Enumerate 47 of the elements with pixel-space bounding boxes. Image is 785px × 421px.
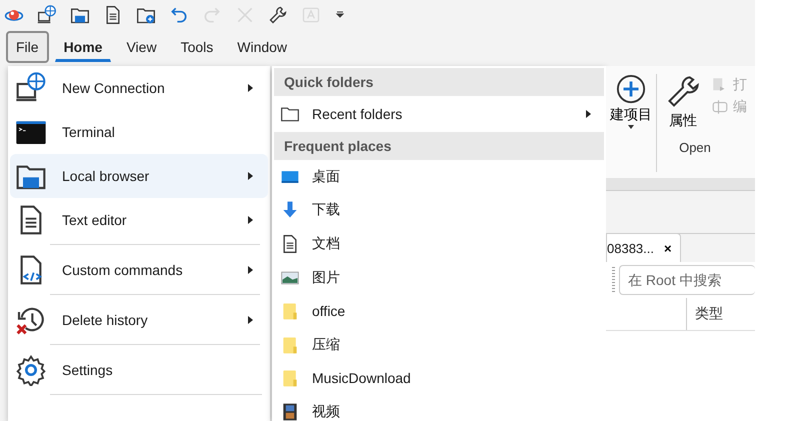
section-header: Frequent places [274,132,604,160]
submenu-arrow-icon [247,84,254,92]
grip-handle[interactable] [612,267,615,293]
menu-item[interactable]: 桌面 [272,160,606,194]
text-box-icon [301,5,321,25]
ribbon-tab[interactable]: Tools [172,32,222,62]
document-tab[interactable]: 08383... × [606,233,681,262]
settings-icon [15,354,47,386]
menu-item[interactable]: MusicDownload [272,362,606,396]
menu-item[interactable]: 视频 [272,395,606,421]
submenu-arrow-icon [247,172,254,180]
search-field[interactable]: 在 Root 中搜索 [619,265,755,295]
submenu-arrow-icon [247,216,254,224]
ribbon-tab[interactable]: View [117,32,166,62]
menu-item[interactable]: Local browser [10,154,268,198]
computer-globe-icon [37,5,57,25]
section-header: Quick folders [274,68,604,96]
submenu-arrow-icon [247,266,254,274]
menu-item[interactable]: Text editor [10,198,268,242]
menu-item[interactable]: Terminal [10,110,268,154]
menu-item[interactable]: 压缩 [272,328,606,362]
ribbon-tab[interactable]: File [6,31,49,63]
menu-item[interactable]: Custom commands [10,244,268,292]
submenu-arrow-icon [585,110,592,118]
rename-icon [711,98,729,116]
close-icon [235,5,255,25]
wrench-icon [268,5,288,25]
menu-item[interactable]: 图片 [272,260,606,294]
menu-item[interactable]: office [272,294,606,328]
ribbon-tab[interactable]: Window [228,32,296,62]
redo-icon [202,5,222,25]
undo-icon [169,5,189,25]
ribbon-tab[interactable]: Home [54,32,112,62]
menu-item[interactable]: Recent folders [272,96,606,132]
plus-circle-icon [616,74,646,104]
menu-item[interactable]: 下载 [272,194,606,228]
computer-globe-icon [15,72,47,104]
properties-button[interactable]: 属性 [665,74,701,130]
dropdown-caret-icon [627,124,635,130]
menu-item[interactable]: 文档 [272,227,606,261]
new-item-button[interactable]: 建项目 [610,74,652,124]
menu-item[interactable]: Delete history [10,294,268,342]
menu-item[interactable]: New Connection [10,66,268,110]
submenu-arrow-icon [247,316,254,324]
group-label: Open [678,140,712,155]
menu-item[interactable]: Settings [10,344,268,392]
close-tab-button[interactable]: × [664,240,672,256]
